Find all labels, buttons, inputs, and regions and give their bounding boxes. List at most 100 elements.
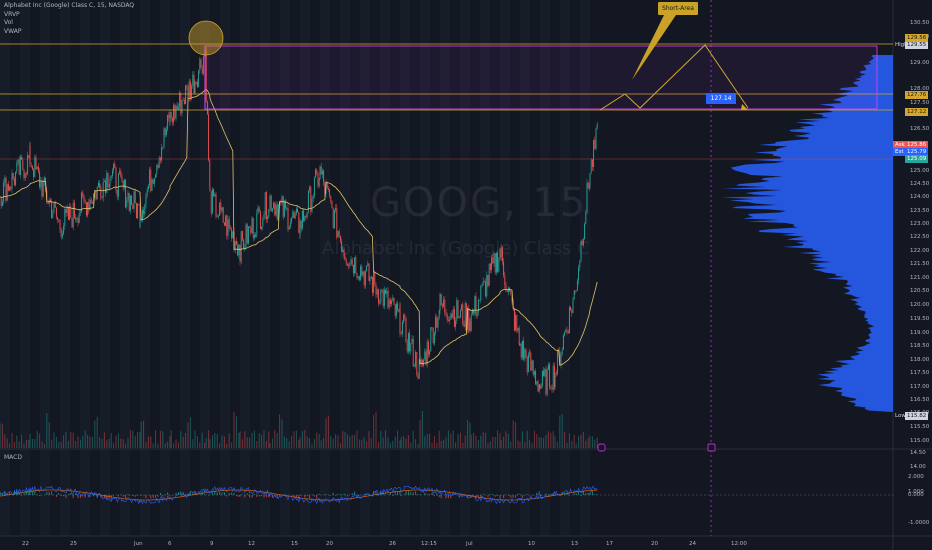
candle-body (99, 183, 101, 187)
volume-bar (192, 439, 194, 448)
candle-body (394, 304, 396, 316)
time-axis-label: 20 (326, 541, 333, 547)
volume-bar (233, 412, 235, 448)
candle-body (247, 227, 249, 244)
candle-body (550, 386, 552, 388)
candle-body (298, 212, 300, 233)
candle-body (457, 300, 459, 319)
candle-body (75, 217, 77, 220)
candle-body (433, 333, 435, 344)
macd-histogram-bar (216, 492, 218, 495)
candle-body (82, 192, 84, 197)
volume-bar (75, 440, 77, 448)
candle-body (392, 297, 394, 301)
volume-bar (596, 437, 598, 448)
zone-line1-tag: 127.76 (905, 91, 929, 99)
candle-body (41, 180, 43, 197)
price-axis-label: 121.00 (910, 275, 930, 281)
candle-body (96, 186, 98, 200)
macd-histogram-bar (410, 491, 412, 495)
macd-histogram-bar (499, 495, 501, 499)
volume-bar (125, 443, 127, 448)
volume-bar (585, 440, 587, 448)
volume-bar (239, 431, 241, 448)
volume-bar (169, 436, 171, 448)
candle-body (150, 169, 152, 191)
candle-body (48, 200, 50, 204)
candle-body (51, 202, 53, 219)
legend-vol[interactable]: Vol (4, 19, 134, 28)
volume-bar (545, 434, 547, 448)
candle-body (18, 159, 20, 175)
candle-body (329, 189, 331, 196)
volume-bar (55, 437, 57, 448)
macd-histogram-bar (175, 492, 177, 495)
volume-bar (412, 430, 414, 448)
candle-body (427, 341, 429, 355)
volume-bar (261, 434, 263, 448)
candle-body (188, 81, 190, 99)
short-area-callout[interactable]: Short-Area (658, 2, 698, 15)
session-stripe (180, 0, 190, 536)
volume-bar (457, 433, 459, 448)
time-axis-label: 15 (291, 541, 298, 547)
volume-bar (258, 433, 260, 448)
chart-canvas[interactable] (0, 0, 932, 550)
macd-histogram-bar (313, 495, 315, 497)
candle-body (219, 202, 221, 216)
candle-body (6, 184, 8, 201)
candle-body (474, 296, 476, 314)
candle-body (141, 210, 143, 220)
candle-body (578, 267, 580, 281)
candle-body (468, 308, 470, 332)
macd-histogram-bar (48, 492, 50, 495)
candle-body (405, 317, 407, 343)
candle-body (350, 259, 352, 265)
volume-bar (571, 440, 573, 448)
volume-bar (82, 436, 84, 448)
candle-body (189, 81, 191, 98)
macd-histogram-bar (150, 495, 152, 499)
volume-bar (13, 441, 15, 448)
volume-bar (216, 433, 218, 448)
candle-body (590, 159, 592, 174)
zone-top-tag: 129.56 (905, 34, 929, 42)
candle-body (482, 281, 484, 285)
candle-body (411, 338, 413, 344)
macd-legend[interactable]: MACD (4, 454, 22, 461)
candle-body (107, 173, 109, 187)
legend-title[interactable]: Alphabet Inc (Google) Class C, 15, NASDA… (4, 2, 134, 11)
candle-body (527, 354, 529, 373)
volume-bar (194, 430, 196, 448)
volume-bar (568, 433, 570, 448)
candle-body (192, 74, 194, 86)
candle-body (418, 360, 420, 379)
macd-histogram-bar (46, 492, 48, 495)
volume-bar (540, 437, 542, 448)
macd-histogram-bar (219, 491, 221, 495)
legend-vwap[interactable]: VWAP (4, 28, 134, 37)
volume-bar (79, 439, 81, 448)
time-axis-label: 22 (22, 541, 29, 547)
volume-bar (405, 438, 407, 448)
session-stripe (160, 0, 170, 536)
price-label-tag[interactable]: 127.14 (706, 93, 736, 104)
candle-body (547, 364, 549, 370)
candle-body (36, 166, 38, 169)
candle-body (349, 264, 351, 267)
candle-body (168, 114, 170, 118)
volume-bar (145, 442, 147, 448)
volume-bar (475, 435, 477, 448)
macd-histogram-bar (440, 495, 442, 499)
candle-body (362, 271, 364, 276)
legend-vrvp[interactable]: VRVP (4, 11, 134, 20)
volume-bar (96, 416, 98, 448)
time-axis-label: Jun (134, 541, 143, 547)
volume-bar (561, 413, 563, 448)
volume-bar (214, 432, 216, 448)
candle-body (113, 163, 115, 171)
watermark-name: Alphabet Inc (Google) Class C (322, 238, 590, 259)
macd-histogram-bar (223, 492, 225, 495)
candle-body (164, 128, 166, 136)
time-axis-label: 9 (210, 541, 214, 547)
